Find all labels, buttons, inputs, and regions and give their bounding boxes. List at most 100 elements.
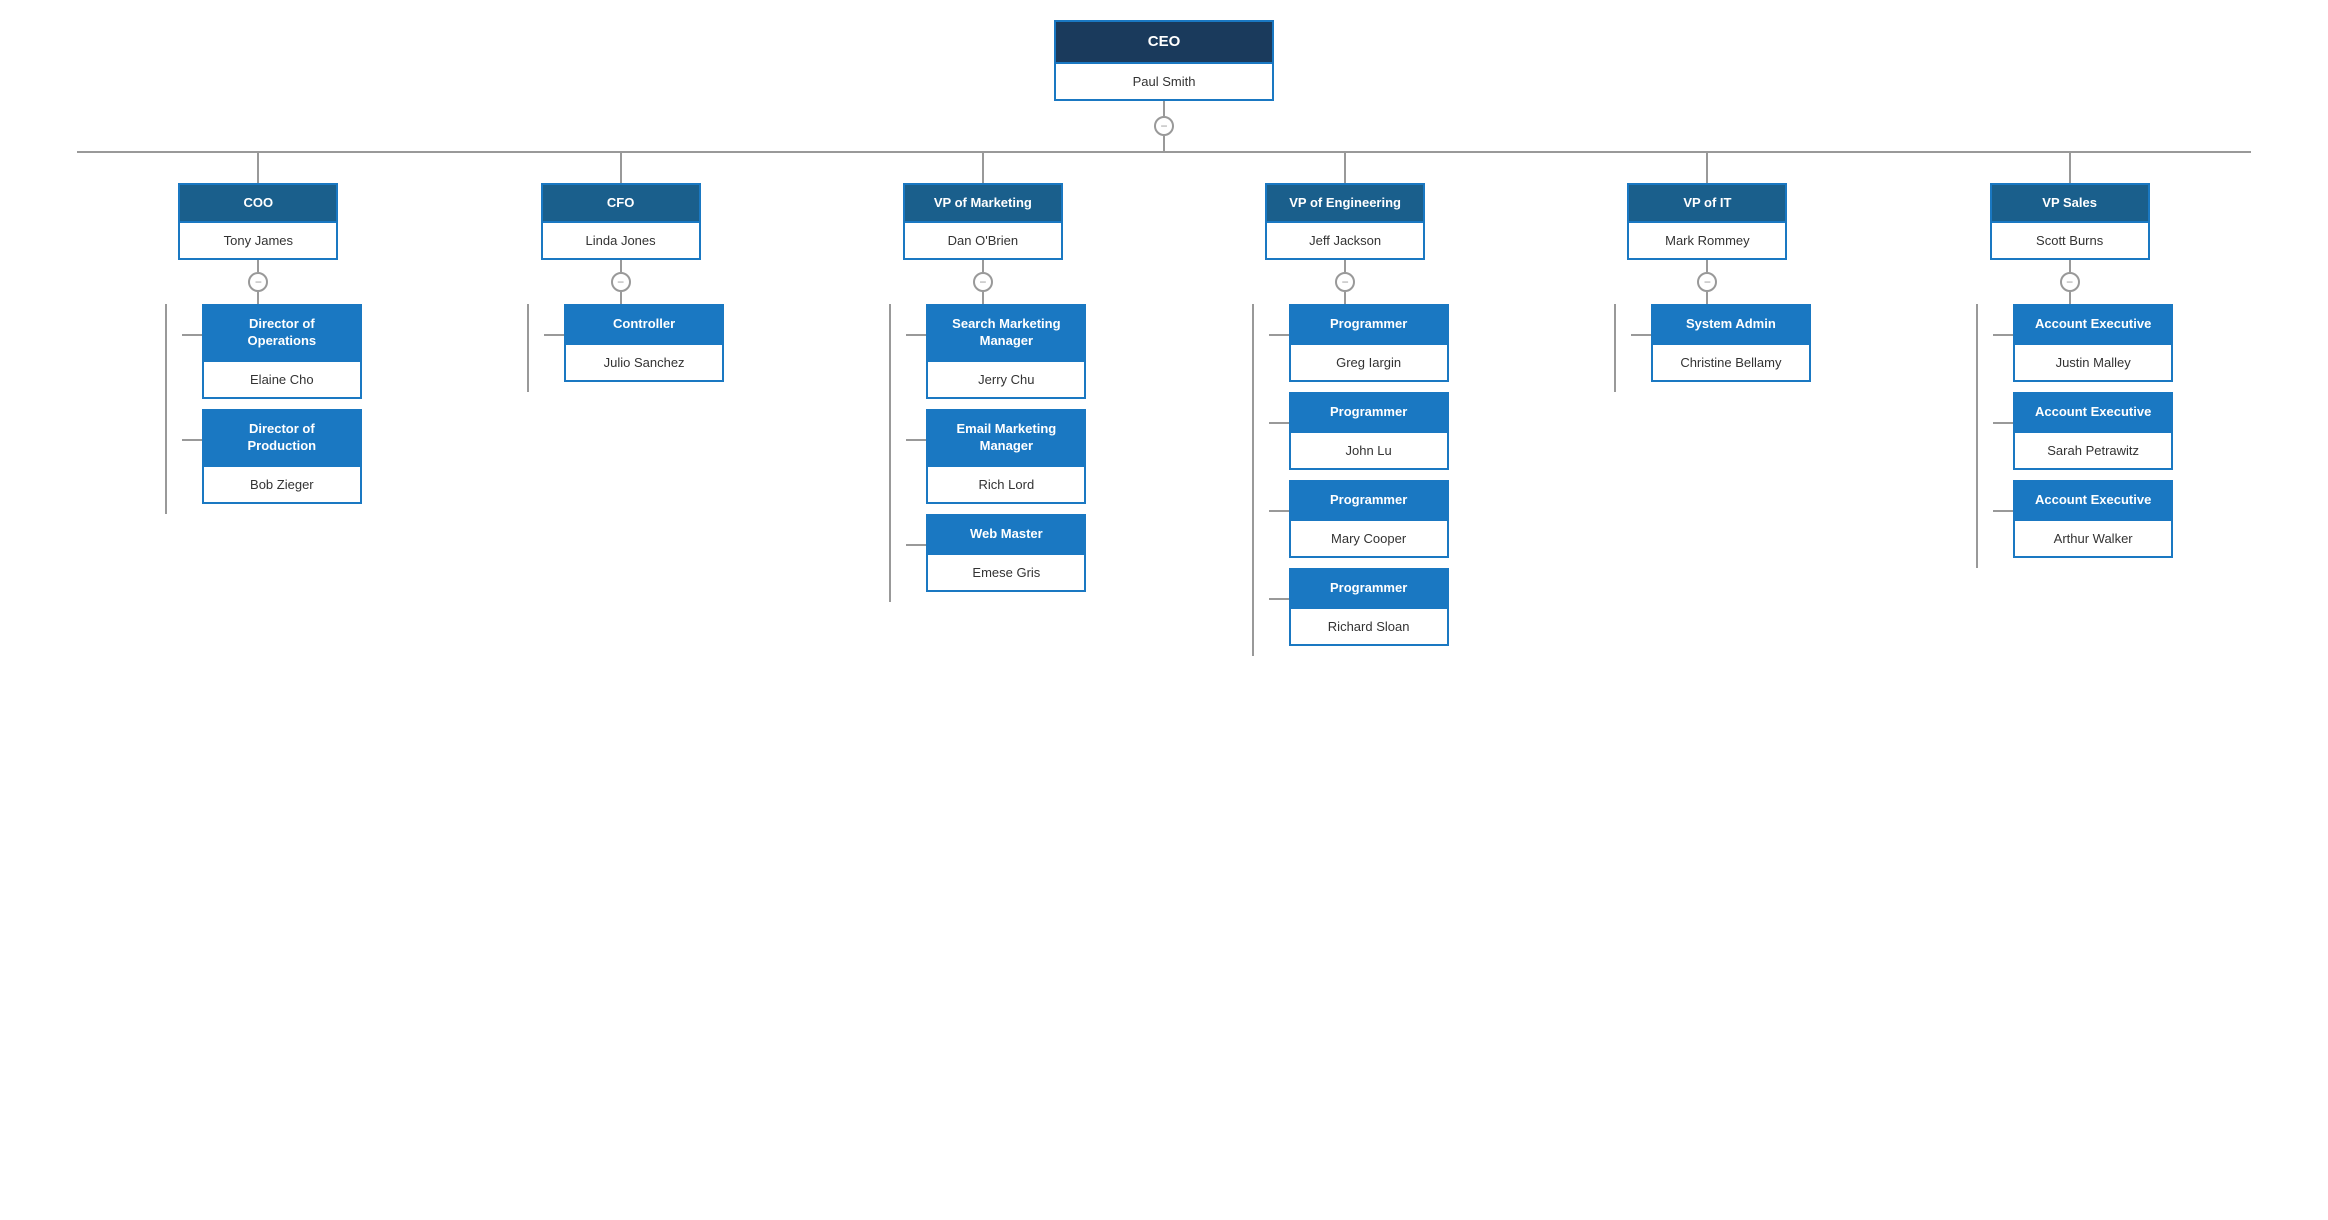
- ceo-collapse-btn[interactable]: −: [1154, 116, 1174, 136]
- vp-col-vp-sales: VP Sales Scott Burns − Account Executive…: [1889, 153, 2251, 569]
- child-node-wrap-vp-marketing-0: Search MarketingManager Jerry Chu: [926, 304, 1086, 399]
- child-hconn-vp-it-0: [1631, 334, 1651, 336]
- branch-section: COO Tony James − Director ofOperations E…: [77, 151, 2251, 656]
- child-name-vp-sales-1: Sarah Petrawitz: [2015, 431, 2171, 468]
- child-row-vp-marketing-1: Email MarketingManager Rich Lord: [906, 409, 1086, 514]
- children-vp-marketing: Search MarketingManager Jerry Chu Email …: [889, 304, 1086, 601]
- child-hconn-vp-sales-0: [1993, 334, 2013, 336]
- child-title-vp-it-0: System Admin: [1653, 306, 1809, 343]
- child-title-cfo-0: Controller: [566, 306, 722, 343]
- stem-coo: [257, 153, 259, 183]
- child-row-vp-engineering-3: Programmer Richard Sloan: [1269, 568, 1449, 656]
- child-row-vp-marketing-2: Web Master Emese Gris: [906, 514, 1086, 602]
- name-vp-it: Mark Rommey: [1629, 221, 1785, 258]
- node-coo: COO Tony James: [178, 183, 338, 261]
- vp-col-coo: COO Tony James − Director ofOperations E…: [77, 153, 439, 514]
- conn-down2-vp-it: [1706, 292, 1708, 304]
- child-title-vp-engineering-2: Programmer: [1291, 482, 1447, 519]
- child-name-vp-sales-2: Arthur Walker: [2015, 519, 2171, 556]
- name-vp-sales: Scott Burns: [1992, 221, 2148, 258]
- collapse-btn-coo[interactable]: −: [248, 272, 268, 292]
- child-name-vp-engineering-1: John Lu: [1291, 431, 1447, 468]
- children-vp-sales: Account Executive Justin Malley Account …: [1976, 304, 2173, 568]
- child-hconn-cfo-0: [544, 334, 564, 336]
- collapse-btn-vp-marketing[interactable]: −: [973, 272, 993, 292]
- child-node-vp-marketing-0: Search MarketingManager Jerry Chu: [926, 304, 1086, 399]
- conn-down2-cfo: [620, 292, 622, 304]
- child-name-vp-engineering-0: Greg Iargin: [1291, 343, 1447, 380]
- child-node-vp-marketing-1: Email MarketingManager Rich Lord: [926, 409, 1086, 504]
- ceo-name: Paul Smith: [1056, 62, 1272, 99]
- vp-col-cfo: CFO Linda Jones − Controller Julio Sanch…: [439, 153, 801, 393]
- child-name-vp-engineering-2: Mary Cooper: [1291, 519, 1447, 556]
- conn-down2-vp-engineering: [1344, 292, 1346, 304]
- title-vp-sales: VP Sales: [1992, 185, 2148, 222]
- child-node-wrap-vp-sales-1: Account Executive Sarah Petrawitz: [2013, 392, 2173, 470]
- child-name-cfo-0: Julio Sanchez: [566, 343, 722, 380]
- ceo-connector-down: [1163, 101, 1165, 116]
- child-name-vp-marketing-1: Rich Lord: [928, 465, 1084, 502]
- child-row-vp-engineering-0: Programmer Greg Iargin: [1269, 304, 1449, 392]
- child-node-vp-engineering-3: Programmer Richard Sloan: [1289, 568, 1449, 646]
- node-vp-marketing: VP of Marketing Dan O'Brien: [903, 183, 1063, 261]
- ceo-title: CEO: [1056, 22, 1272, 62]
- child-hconn-vp-engineering-0: [1269, 334, 1289, 336]
- child-row-vp-marketing-0: Search MarketingManager Jerry Chu: [906, 304, 1086, 409]
- ceo-to-branch: [1163, 136, 1165, 151]
- child-row-vp-engineering-1: Programmer John Lu: [1269, 392, 1449, 480]
- stem-vp-it: [1706, 153, 1708, 183]
- collapse-btn-vp-it[interactable]: −: [1697, 272, 1717, 292]
- child-node-wrap-vp-marketing-2: Web Master Emese Gris: [926, 514, 1086, 592]
- collapse-btn-vp-engineering[interactable]: −: [1335, 272, 1355, 292]
- vp-row: COO Tony James − Director ofOperations E…: [77, 153, 2251, 656]
- child-hconn-vp-marketing-1: [906, 439, 926, 441]
- child-node-vp-marketing-2: Web Master Emese Gris: [926, 514, 1086, 592]
- child-name-vp-sales-0: Justin Malley: [2015, 343, 2171, 380]
- child-title-vp-sales-1: Account Executive: [2015, 394, 2171, 431]
- title-vp-marketing: VP of Marketing: [905, 185, 1061, 222]
- child-node-coo-1: Director ofProduction Bob Zieger: [202, 409, 362, 504]
- children-coo: Director ofOperations Elaine Cho Directo…: [165, 304, 362, 514]
- vp-col-vp-marketing: VP of Marketing Dan O'Brien − Search Mar…: [802, 153, 1164, 602]
- child-title-vp-engineering-0: Programmer: [1291, 306, 1447, 343]
- conn-down2-coo: [257, 292, 259, 304]
- child-name-coo-1: Bob Zieger: [204, 465, 360, 502]
- child-node-wrap-vp-engineering-1: Programmer John Lu: [1289, 392, 1449, 470]
- child-node-wrap-vp-sales-2: Account Executive Arthur Walker: [2013, 480, 2173, 558]
- title-cfo: CFO: [543, 185, 699, 222]
- child-node-vp-sales-1: Account Executive Sarah Petrawitz: [2013, 392, 2173, 470]
- child-row-coo-0: Director ofOperations Elaine Cho: [182, 304, 362, 409]
- children-cfo: Controller Julio Sanchez: [527, 304, 724, 392]
- collapse-btn-cfo[interactable]: −: [611, 272, 631, 292]
- child-hconn-coo-0: [182, 334, 202, 336]
- child-name-vp-engineering-3: Richard Sloan: [1291, 607, 1447, 644]
- conn-down-vp-it: [1706, 260, 1708, 272]
- node-vp-sales: VP Sales Scott Burns: [1990, 183, 2150, 261]
- child-node-wrap-cfo-0: Controller Julio Sanchez: [564, 304, 724, 382]
- child-hconn-coo-1: [182, 439, 202, 441]
- conn-down2-vp-marketing: [982, 292, 984, 304]
- conn-down-vp-marketing: [982, 260, 984, 272]
- title-vp-it: VP of IT: [1629, 185, 1785, 222]
- child-hconn-vp-engineering-3: [1269, 598, 1289, 600]
- child-hconn-vp-sales-2: [1993, 510, 2013, 512]
- child-row-vp-it-0: System Admin Christine Bellamy: [1631, 304, 1811, 392]
- conn-down-cfo: [620, 260, 622, 272]
- ceo-node: CEO Paul Smith: [1054, 20, 1274, 101]
- child-hconn-vp-sales-1: [1993, 422, 2013, 424]
- child-title-vp-marketing-2: Web Master: [928, 516, 1084, 553]
- child-row-vp-sales-2: Account Executive Arthur Walker: [1993, 480, 2173, 568]
- vp-col-vp-it: VP of IT Mark Rommey − System Admin Chri…: [1526, 153, 1888, 393]
- name-coo: Tony James: [180, 221, 336, 258]
- child-title-vp-marketing-0: Search MarketingManager: [928, 306, 1084, 360]
- child-node-vp-sales-0: Account Executive Justin Malley: [2013, 304, 2173, 382]
- child-row-vp-sales-0: Account Executive Justin Malley: [1993, 304, 2173, 392]
- child-title-vp-engineering-1: Programmer: [1291, 394, 1447, 431]
- child-title-vp-marketing-1: Email MarketingManager: [928, 411, 1084, 465]
- collapse-btn-vp-sales[interactable]: −: [2060, 272, 2080, 292]
- child-node-wrap-vp-engineering-0: Programmer Greg Iargin: [1289, 304, 1449, 382]
- child-node-vp-sales-2: Account Executive Arthur Walker: [2013, 480, 2173, 558]
- stem-cfo: [620, 153, 622, 183]
- child-name-vp-it-0: Christine Bellamy: [1653, 343, 1809, 380]
- children-vp-it: System Admin Christine Bellamy: [1614, 304, 1811, 392]
